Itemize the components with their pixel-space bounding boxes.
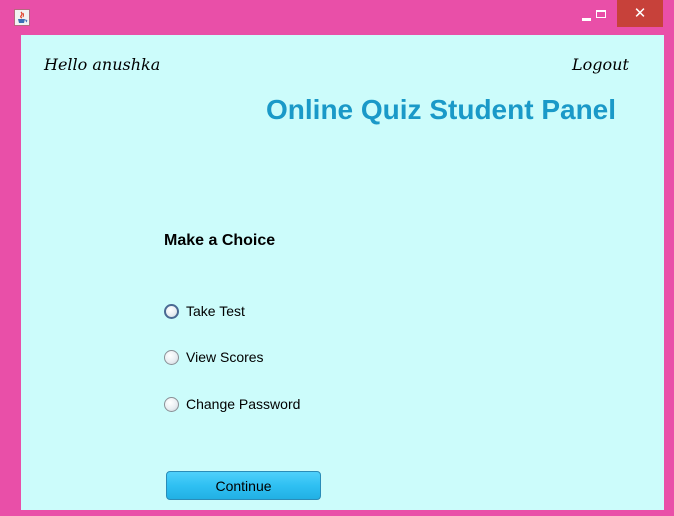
- radio-button[interactable]: [164, 396, 179, 412]
- close-button[interactable]: ✕: [617, 0, 663, 27]
- continue-button[interactable]: Continue: [166, 471, 321, 500]
- logout-link[interactable]: Logout: [572, 55, 629, 74]
- java-cup-icon[interactable]: [14, 9, 30, 26]
- radio-button[interactable]: [164, 303, 179, 319]
- maximize-icon: [595, 9, 606, 18]
- choice-heading: Make a Choice: [164, 232, 276, 249]
- radio-label: Take Test: [186, 303, 245, 319]
- radio-button[interactable]: [164, 349, 179, 365]
- radio-change-password[interactable]: Change Password: [164, 396, 300, 412]
- radio-label: View Scores: [186, 349, 264, 365]
- radio-view-scores[interactable]: View Scores: [164, 349, 264, 365]
- radio-label: Change Password: [186, 396, 301, 412]
- app-window: ✕ Hello anushka Logout Online Quiz Stude…: [0, 0, 674, 516]
- close-icon: ✕: [633, 4, 647, 22]
- page-title: Online Quiz Student Panel: [266, 94, 617, 125]
- radio-take-test[interactable]: Take Test: [164, 303, 245, 319]
- student-panel: Hello anushka Logout Online Quiz Student…: [21, 35, 664, 510]
- title-bar[interactable]: ✕: [0, 0, 674, 35]
- greeting-label: Hello anushka: [44, 55, 161, 74]
